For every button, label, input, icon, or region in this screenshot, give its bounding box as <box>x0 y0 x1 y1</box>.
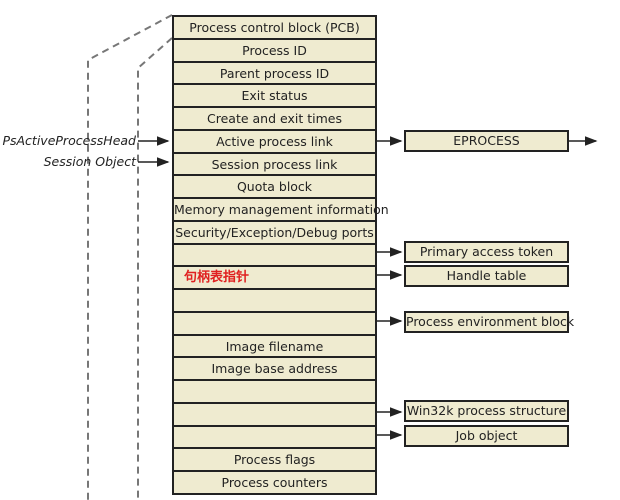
handle-table-box: Handle table <box>404 265 569 287</box>
eprocess-structure: Process control block (PCB) Process ID Par… <box>172 15 389 495</box>
eprocess-box: EPROCESS <box>404 130 569 152</box>
field-row: Memory management information <box>174 199 389 222</box>
job-object-box: Job object <box>404 425 569 447</box>
session-object-label: Session Object <box>43 154 136 169</box>
peb-box: Process environment block <box>404 311 574 333</box>
field-row: Process counters <box>174 472 375 495</box>
handle-table-pointer-annotation: 句柄表指针 <box>184 270 250 286</box>
field-row <box>174 381 375 404</box>
primary-access-token-box: Primary access token <box>404 241 569 263</box>
field-row: Image base address <box>174 358 375 381</box>
field-row: Image filename <box>174 335 375 359</box>
field-row: Quota block <box>174 176 375 199</box>
field-row: Process control block (PCB) <box>174 17 375 40</box>
field-row <box>174 403 375 427</box>
field-row <box>174 312 375 336</box>
field-row: Active process link <box>174 130 375 154</box>
field-row: Create and exit times <box>174 108 375 131</box>
field-row: Process ID <box>174 39 375 63</box>
field-row: Security/Exception/Debug ports <box>174 221 375 245</box>
win32k-process-structure-box: Win32k process structure <box>404 400 569 422</box>
field-row: Exit status <box>174 85 375 108</box>
ps-active-process-head-label: PsActiveProcessHead <box>2 133 136 148</box>
field-row <box>174 426 375 450</box>
outer-dashed-bracket <box>87 14 173 500</box>
field-row: Process flags <box>174 449 375 472</box>
field-row: Parent process ID <box>174 62 375 86</box>
field-row <box>174 244 375 268</box>
field-row <box>174 290 375 313</box>
field-row: 句柄表指针 <box>174 267 375 290</box>
field-row: Session process link <box>174 153 375 177</box>
inner-dashed-bracket <box>137 37 173 500</box>
